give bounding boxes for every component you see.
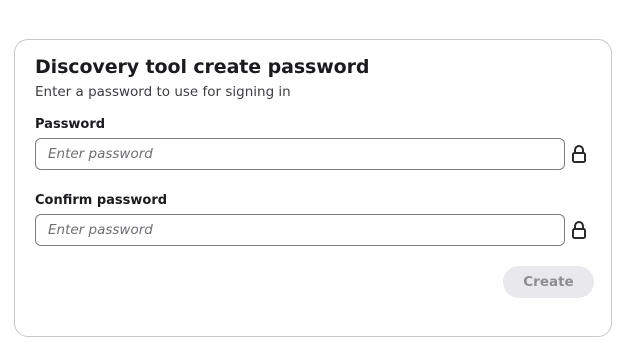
page-subtitle: Enter a password to use for signing in	[35, 84, 291, 100]
create-password-card: Discovery tool create password Enter a p…	[14, 39, 612, 337]
page-title: Discovery tool create password	[35, 56, 370, 78]
password-label: Password	[35, 117, 106, 132]
lock-icon[interactable]	[570, 144, 588, 164]
password-input[interactable]	[35, 138, 565, 170]
create-button[interactable]: Create	[503, 266, 594, 298]
confirm-password-label: Confirm password	[35, 193, 168, 208]
lock-icon[interactable]	[570, 220, 588, 240]
confirm-password-input[interactable]	[35, 214, 565, 246]
